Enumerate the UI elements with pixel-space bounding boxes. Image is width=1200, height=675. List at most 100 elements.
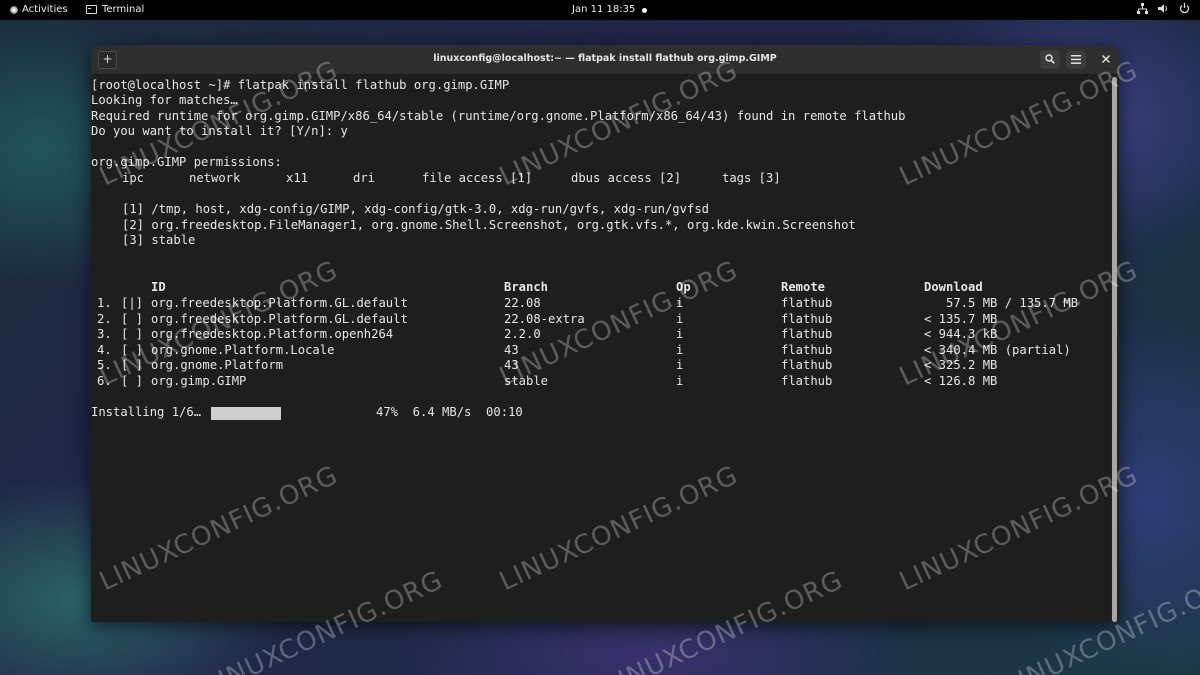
- row-num: 6.: [97, 374, 112, 388]
- row-remote: flathub: [781, 358, 833, 373]
- row-op: i: [676, 327, 684, 342]
- search-button[interactable]: [1040, 50, 1060, 69]
- row-op: i: [676, 374, 684, 388]
- looking-line: Looking for matches…: [91, 93, 238, 107]
- terminal-icon: [86, 5, 97, 14]
- row-op: i: [676, 342, 684, 357]
- app-name: Terminal: [102, 4, 145, 15]
- scrollbar[interactable]: [1112, 77, 1117, 622]
- progress-bar: [211, 407, 281, 420]
- app-menu-button[interactable]: Terminal: [86, 4, 144, 15]
- row-status: [|]: [121, 296, 144, 310]
- permission: x11: [286, 171, 309, 185]
- runtime-line: Required runtime for org.gimp.GIMP/x86_6…: [91, 109, 906, 123]
- row-branch: 22.08: [504, 296, 541, 310]
- close-button[interactable]: [1096, 50, 1116, 69]
- permission: dbus access [2]: [571, 171, 682, 185]
- row-remote: flathub: [781, 296, 833, 310]
- row-download: < 340.4 MB (partial): [924, 342, 1071, 357]
- activities-button[interactable]: Activities: [10, 4, 68, 15]
- table-row: 2. [ ] org.freedesktop.Platform.GL.default…: [91, 312, 1091, 327]
- header-bar[interactable]: + linuxconfig@localhost:~ — flatpak inst…: [91, 45, 1119, 75]
- table-row: 4. [ ] org.gnome.Platform.Locale 43 i flathub…: [91, 343, 1091, 358]
- hamburger-icon: [1071, 55, 1081, 64]
- question-line: Do you want to install it? [Y/n]: y: [91, 124, 348, 138]
- row-id: org.gnome.Platform: [151, 358, 284, 373]
- row-branch: 43: [504, 342, 519, 357]
- header-remote: Remote: [781, 280, 826, 294]
- row-num: 4.: [97, 342, 112, 357]
- permission: dri: [353, 171, 376, 185]
- permissions-row: ipc network x11 dri file access [1] dbus…: [91, 171, 1091, 186]
- row-id: org.gnome.Platform.Locale: [151, 342, 335, 357]
- row-num: 5.: [97, 358, 112, 373]
- network-icon: [1137, 3, 1148, 14]
- install-progress: Installing 1/6… 47% 6.4 MB/s 00:10: [91, 405, 791, 420]
- row-download: 57.5 MB / 135.7 MB: [924, 296, 1079, 310]
- row-status: [ ]: [121, 327, 144, 342]
- header-branch: Branch: [504, 280, 549, 294]
- activities-label: Activities: [22, 4, 68, 15]
- permission: network: [189, 171, 241, 185]
- row-op: i: [676, 311, 684, 326]
- progress-text: 47% 6.4 MB/s 00:10: [376, 405, 523, 419]
- permission: tags [3]: [722, 171, 781, 185]
- row-branch: 22.08-extra: [504, 311, 585, 326]
- terminal-output[interactable]: [root@localhost ~]# flatpak install flat…: [91, 75, 1111, 622]
- row-num: 1.: [97, 296, 112, 310]
- row-op: i: [676, 296, 684, 310]
- row-remote: flathub: [781, 327, 833, 342]
- row-branch: 2.2.0: [504, 327, 541, 342]
- terminal-window: + linuxconfig@localhost:~ — flatpak inst…: [91, 45, 1119, 622]
- prompt-line: [root@localhost ~]# flatpak install flat…: [91, 78, 510, 92]
- row-status: [ ]: [121, 374, 144, 388]
- scrollbar-thumb[interactable]: [1112, 77, 1117, 622]
- row-id: org.freedesktop.Platform.openh264: [151, 327, 394, 342]
- system-tray[interactable]: [1137, 3, 1190, 14]
- row-branch: 43: [504, 358, 519, 373]
- clock[interactable]: Jan 11 18:35: [572, 4, 635, 15]
- row-remote: flathub: [781, 311, 833, 326]
- row-op: i: [676, 358, 684, 373]
- progress-fill: [211, 407, 281, 420]
- permissions-title: org.gimp.GIMP permissions:: [91, 155, 282, 169]
- close-icon: [1102, 55, 1110, 63]
- permission: ipc: [122, 171, 145, 185]
- table-row: 5. [ ] org.gnome.Platform 43 i flathub < 325.2…: [91, 358, 1091, 373]
- row-status: [ ]: [121, 342, 144, 357]
- permission: file access [1]: [422, 171, 533, 185]
- row-status: [ ]: [121, 311, 144, 326]
- row-remote: flathub: [781, 374, 833, 388]
- table-row: 1. [|] org.freedesktop.Platform.GL.default…: [91, 296, 1091, 311]
- table-row: 3. [ ] org.freedesktop.Platform.openh264 2.…: [91, 327, 1091, 342]
- row-status: [ ]: [121, 358, 144, 373]
- row-remote: flathub: [781, 342, 833, 357]
- row-download: < 135.7 MB: [924, 311, 998, 326]
- permission-note: [2] org.freedesktop.FileManager1, org.gn…: [122, 218, 856, 232]
- table-row: 6. [ ] org.gimp.GIMP stable i flathub < 126.8 …: [91, 374, 1091, 389]
- permission-note: [3] stable: [122, 233, 196, 247]
- top-bar: Activities Terminal Jan 11 18:35: [0, 0, 1200, 20]
- power-icon: [1179, 3, 1190, 14]
- row-id: org.freedesktop.Platform.GL.default: [151, 296, 408, 310]
- row-download: < 126.8 MB: [924, 374, 998, 388]
- table-header: ID Branch Op Remote Download: [91, 280, 1091, 295]
- row-branch: stable: [504, 374, 549, 388]
- header-op: Op: [676, 280, 691, 294]
- header-id: ID: [151, 280, 166, 294]
- menu-button[interactable]: [1066, 50, 1086, 69]
- row-download: < 325.2 MB: [924, 358, 998, 373]
- notification-dot-icon: [642, 8, 647, 13]
- volume-icon: [1158, 4, 1167, 13]
- row-id: org.gimp.GIMP: [151, 374, 247, 388]
- activities-icon: [10, 5, 18, 14]
- window-title: linuxconfig@localhost:~ — flatpak instal…: [433, 53, 777, 64]
- row-num: 2.: [97, 311, 112, 326]
- row-id: org.freedesktop.Platform.GL.default: [151, 311, 408, 326]
- search-icon: [1045, 54, 1055, 64]
- installing-label: Installing 1/6…: [91, 405, 202, 419]
- permission-note: [1] /tmp, host, xdg-config/GIMP, xdg-con…: [122, 202, 709, 216]
- header-download: Download: [924, 280, 983, 294]
- row-num: 3.: [97, 327, 112, 342]
- row-download: < 944.3 kB: [924, 327, 998, 342]
